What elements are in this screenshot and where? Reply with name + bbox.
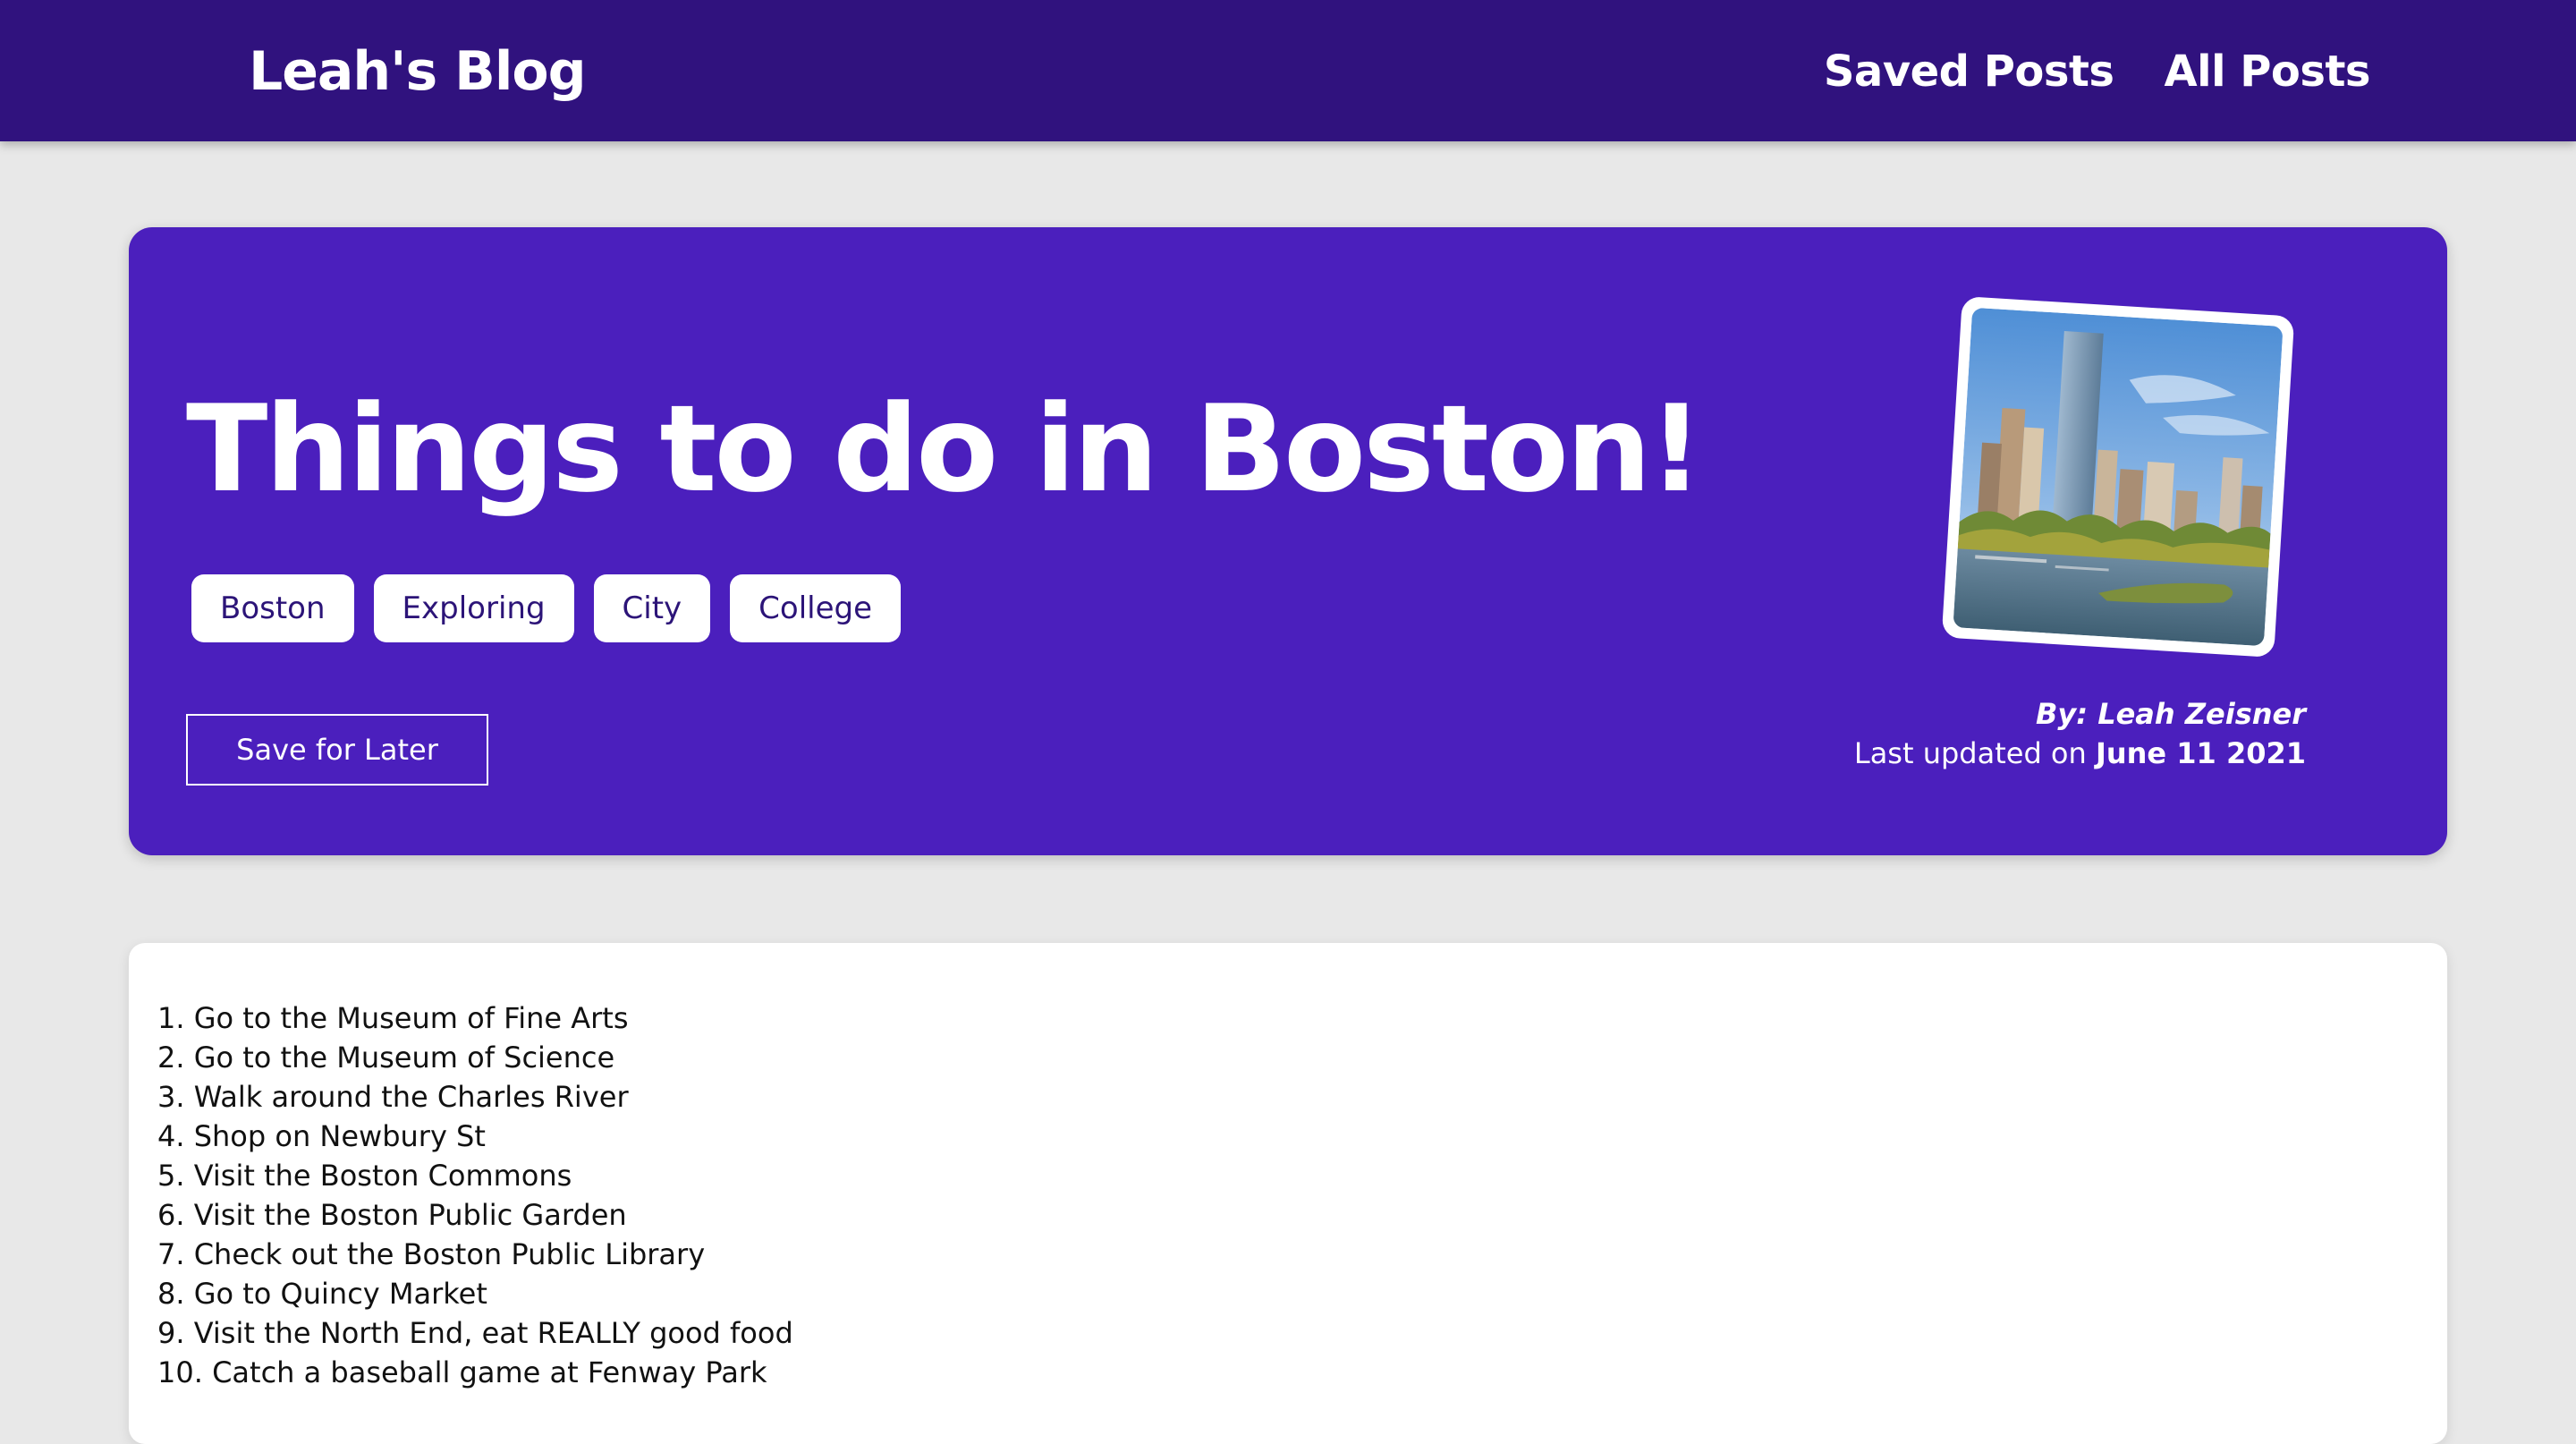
nav-link-saved-posts[interactable]: Saved Posts xyxy=(1824,45,2114,98)
list-item: 6. Visit the Boston Public Garden xyxy=(157,1198,627,1232)
list-item: 4. Shop on Newbury St xyxy=(157,1119,486,1153)
post-image-frame xyxy=(1941,296,2295,658)
tag-city[interactable]: City xyxy=(593,574,711,642)
list-item: 7. Check out the Boston Public Library xyxy=(157,1237,706,1271)
post-byline: By: Leah Zeisner Last updated on June 11… xyxy=(1854,694,2306,773)
save-for-later-button[interactable]: Save for Later xyxy=(186,714,488,786)
list-item: 8. Go to Quincy Market xyxy=(157,1277,487,1311)
list-item: 1. Go to the Museum of Fine Arts xyxy=(157,1001,629,1035)
post-content-card: 1. Go to the Museum of Fine Arts 2. Go t… xyxy=(129,943,2447,1444)
nav-link-all-posts[interactable]: All Posts xyxy=(2164,45,2370,98)
byline-prefix: By: xyxy=(2036,697,2089,731)
nav-links: Saved Posts All Posts xyxy=(1824,45,2371,98)
list-item: 5. Visit the Boston Commons xyxy=(157,1159,572,1193)
updated-prefix: Last updated on xyxy=(1853,736,2087,770)
post-title: Things to do in Boston! xyxy=(186,379,1703,519)
top-navbar: Leah's Blog Saved Posts All Posts xyxy=(0,0,2576,141)
list-item: 2. Go to the Museum of Science xyxy=(157,1041,615,1075)
tag-boston[interactable]: Boston xyxy=(191,574,354,642)
post-hero-card: Things to do in Boston! Boston Exploring… xyxy=(129,227,2447,855)
list-item: 9. Visit the North End, eat REALLY good … xyxy=(157,1316,793,1350)
post-updated: Last updated on June 11 2021 xyxy=(1854,734,2306,773)
boston-skyline-photo xyxy=(1953,307,2284,647)
post-author: By: Leah Zeisner xyxy=(1854,694,2306,734)
tag-college[interactable]: College xyxy=(730,574,902,642)
list-item: 10. Catch a baseball game at Fenway Park xyxy=(157,1355,767,1389)
author-name: Leah Zeisner xyxy=(2097,697,2306,731)
things-to-do-list: 1. Go to the Museum of Fine Arts 2. Go t… xyxy=(157,998,793,1392)
updated-date: June 11 2021 xyxy=(2095,736,2306,770)
tag-exploring[interactable]: Exploring xyxy=(373,574,574,642)
site-brand[interactable]: Leah's Blog xyxy=(249,39,587,104)
tag-list: Boston Exploring City College xyxy=(191,574,902,642)
list-item: 3. Walk around the Charles River xyxy=(157,1080,629,1114)
